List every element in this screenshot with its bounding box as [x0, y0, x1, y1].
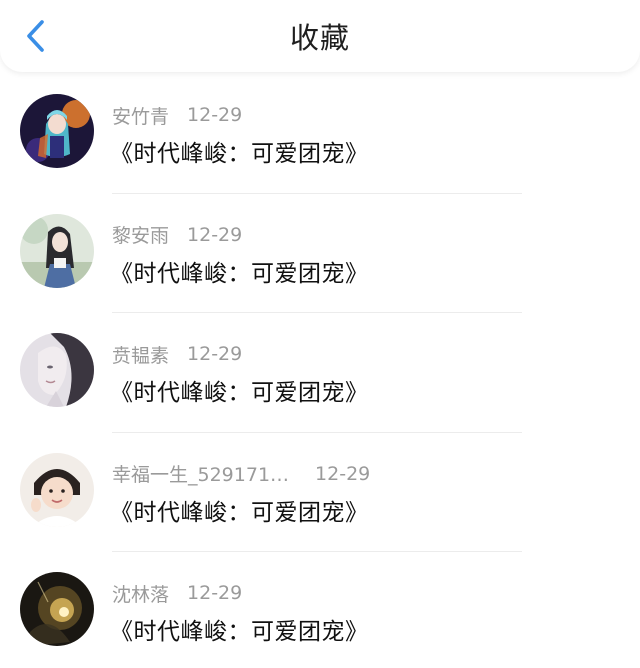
list-item[interactable]: 贲韫素 12-29 《时代峰峻：可爱团宠》: [0, 313, 640, 433]
item-date: 12-29: [187, 223, 243, 246]
child-photo-avatar[interactable]: [20, 452, 94, 527]
list-item[interactable]: 安竹青 12-29 《时代峰峻：可爱团宠》: [0, 74, 640, 194]
item-date: 12-29: [187, 343, 243, 365]
item-title: 《时代峰峻：可爱团宠》: [110, 619, 369, 645]
top-bar: 收藏: [0, 0, 640, 72]
item-title: 《时代峰峻：可爱团宠》: [110, 260, 369, 287]
favorites-list: 安竹青 12-29 《时代峰峻：可爱团宠》 黎安雨 12-29 《时代峰峻：可爱…: [0, 74, 640, 668]
list-item[interactable]: 黎安雨 12-29 《时代峰峻：可爱团宠》: [0, 194, 640, 313]
list-item[interactable]: 幸福一生_529171… 12-29 《时代峰峻：可爱团宠》: [0, 433, 640, 552]
item-date: 12-29: [187, 582, 243, 604]
item-date: 12-29: [315, 462, 371, 485]
item-meta: 贲韫素 12-29: [112, 339, 242, 369]
illustrated-girl-avatar[interactable]: [20, 213, 94, 288]
item-title: 《时代峰峻：可爱团宠》: [110, 141, 369, 167]
page-title: 收藏: [289, 21, 350, 55]
user-name: 幸福一生_529171…: [112, 464, 290, 486]
item-meta: 黎安雨 12-29: [112, 220, 242, 250]
item-title: 《时代峰峻：可爱团宠》: [110, 499, 369, 526]
favorites-screen: 收藏 安竹青 12-29 《时代峰峻：可爱团宠》 黎安雨 12-29 《时代峰峻…: [0, 0, 640, 668]
item-meta: 安竹青 12-29: [112, 100, 242, 130]
user-name: 沈林落: [112, 583, 170, 606]
anime-character-avatar[interactable]: [20, 94, 94, 168]
item-meta: 沈林落 12-29: [112, 578, 242, 608]
user-name: 安竹青: [112, 105, 170, 128]
portrait-sketch-avatar[interactable]: [20, 333, 94, 407]
user-name: 贲韫素: [112, 344, 170, 367]
golden-light-avatar[interactable]: [20, 572, 94, 646]
item-meta: 幸福一生_529171… 12-29: [112, 459, 370, 489]
item-date: 12-29: [187, 104, 243, 126]
list-item[interactable]: 沈林落 12-29 《时代峰峻：可爱团宠》: [0, 552, 640, 668]
item-title: 《时代峰峻：可爱团宠》: [110, 380, 369, 406]
user-name: 黎安雨: [112, 225, 170, 247]
